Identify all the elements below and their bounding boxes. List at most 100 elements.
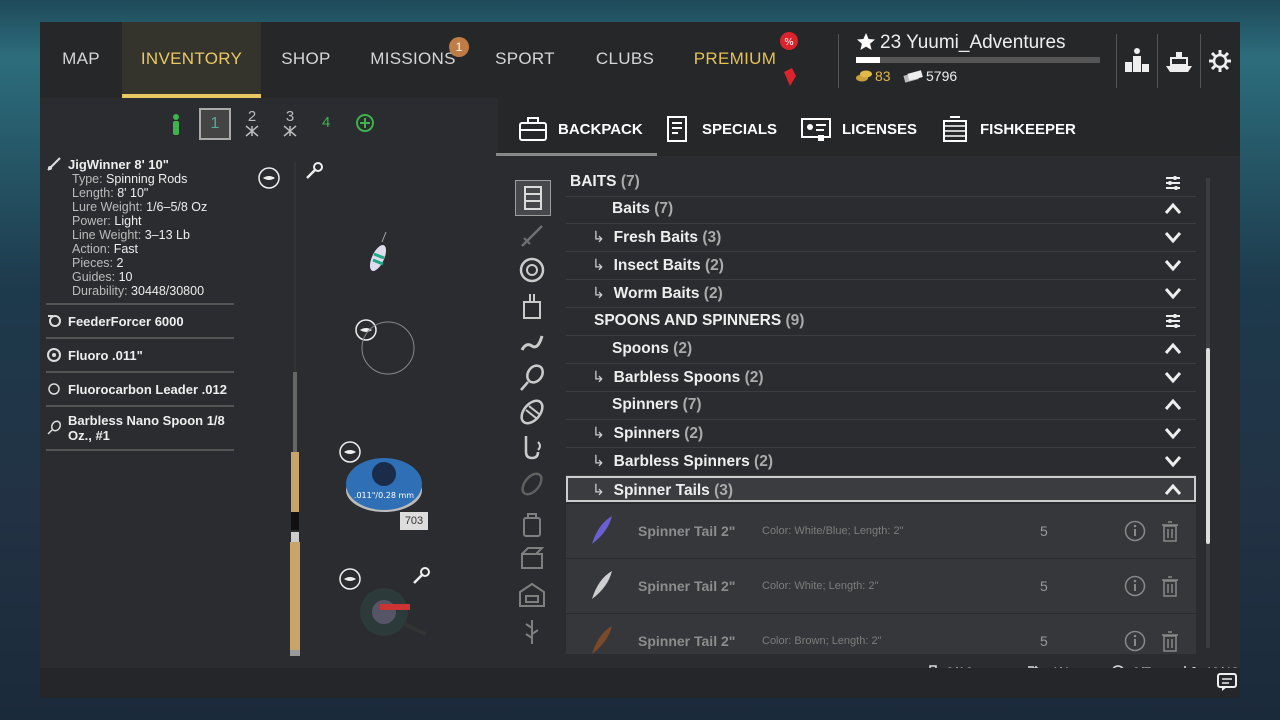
group-baits[interactable]: BAITS (7) — [566, 174, 1196, 197]
filter-sliders-icon[interactable] — [1164, 174, 1182, 192]
list-item[interactable]: Spinner Tail 2" Color: White; Length: 2"… — [566, 559, 1196, 614]
licenses-icon — [800, 115, 832, 143]
leaderboard-icon[interactable] — [1120, 44, 1154, 78]
nav-sport[interactable]: SPORT — [488, 22, 562, 98]
category-bags-icon[interactable] — [516, 508, 548, 540]
spinner-tails-count: (3) — [714, 482, 734, 499]
info-icon[interactable] — [1124, 575, 1146, 597]
category-spinner-tails[interactable]: ↳ Spinner Tails (3) — [566, 476, 1196, 502]
leader-name: Fluorocarbon Leader .012 — [68, 381, 227, 397]
specials-icon — [662, 115, 692, 143]
rod-slot-2[interactable]: 2 — [245, 108, 259, 137]
category-lines-icon[interactable] — [516, 254, 548, 286]
equipped-reel[interactable]: FeederForcer 6000 — [46, 305, 234, 339]
tab-licenses[interactable]: LICENSES — [800, 114, 917, 144]
premium-sale-icon[interactable]: % — [774, 28, 804, 92]
nav-premium[interactable]: PREMIUM — [692, 22, 778, 98]
rod-spec: Lure Weight: 1/6–5/8 Oz — [72, 200, 234, 214]
category-lures-icon[interactable] — [516, 396, 548, 428]
rod-tip-slot-icon[interactable] — [257, 166, 281, 190]
rod-spec: Guides: 10 — [72, 270, 234, 284]
nav-shop[interactable]: SHOP — [272, 22, 340, 98]
tab-specials[interactable]: SPECIALS — [662, 114, 777, 144]
nav-missions[interactable]: MISSIONS — [362, 22, 464, 98]
trash-icon[interactable] — [1160, 520, 1180, 542]
category-fresh-baits[interactable]: ↳ Fresh Baits (3) — [566, 224, 1196, 252]
list-scrollbar[interactable] — [1206, 178, 1210, 648]
silver-amount: 5796 — [926, 68, 958, 84]
rod-slot-3[interactable]: 3 — [283, 108, 297, 137]
category-insect-baits[interactable]: ↳ Insect Baits (2) — [566, 252, 1196, 280]
category-spoons-icon[interactable] — [516, 362, 548, 394]
rod-slot-4[interactable]: 4 — [322, 114, 330, 131]
game-window: MAP INVENTORY SHOP MISSIONS 1 SPORT CLUB… — [40, 22, 1240, 698]
rod-pod-icon[interactable] — [355, 113, 375, 133]
category-barbless-spoons[interactable]: ↳ Barbless Spoons (2) — [566, 364, 1196, 392]
tab-fishkeeper[interactable]: FISHKEEPER — [940, 114, 1076, 144]
trash-icon[interactable] — [1160, 575, 1180, 597]
chevron-down-icon[interactable] — [1164, 452, 1182, 470]
rod-holder-icon — [283, 125, 297, 137]
category-misc-lure-icon[interactable] — [516, 468, 548, 500]
spec-value: Light — [114, 214, 142, 228]
category-tackle-icon[interactable] — [516, 290, 548, 322]
trash-icon[interactable] — [1160, 630, 1180, 652]
filter-sliders-icon[interactable] — [1164, 312, 1182, 330]
subgroup-spoons[interactable]: Spoons (2) — [566, 336, 1196, 364]
equipped-rod[interactable]: JigWinner 8' 10" Type: Spinning Rods Leng… — [46, 152, 234, 305]
chat-icon[interactable] — [1216, 672, 1238, 692]
spec-value: Spinning Rods — [106, 172, 188, 186]
chevron-up-icon[interactable] — [1164, 396, 1182, 414]
category-boxes-icon[interactable] — [516, 542, 548, 574]
tab-backpack[interactable]: BACKPACK — [496, 114, 657, 156]
chevron-up-icon[interactable] — [1164, 200, 1182, 218]
spinners-group-label: Spinners — [612, 396, 679, 413]
subitem-arrow-icon: ↳ — [592, 453, 605, 470]
spinner-tail-icon — [592, 626, 612, 654]
chevron-down-icon[interactable] — [1164, 256, 1182, 274]
list-item[interactable]: Spinner Tail 2" Color: Brown; Length: 2"… — [566, 614, 1196, 654]
rod-slot-3-label: 3 — [285, 108, 295, 125]
insect-baits-label: Insect Baits — [613, 257, 701, 274]
category-plants-icon[interactable] — [516, 614, 548, 646]
subgroup-spinners[interactable]: Spinners (7) — [566, 392, 1196, 420]
subgroup-baits[interactable]: Baits (7) — [566, 196, 1196, 224]
equipped-line[interactable]: Fluoro .011" — [46, 339, 234, 373]
scrollbar-thumb[interactable] — [1206, 348, 1210, 544]
chevron-up-icon[interactable] — [1164, 340, 1182, 358]
chevron-down-icon[interactable] — [1164, 228, 1182, 246]
category-hooks-icon[interactable] — [516, 432, 548, 464]
category-spinners[interactable]: ↳ Spinners (2) — [566, 420, 1196, 448]
chevron-down-icon[interactable] — [1164, 284, 1182, 302]
lure-image[interactable] — [364, 230, 394, 278]
equipped-lure[interactable]: Barbless Nano Spoon 1/8 Oz., #1 — [46, 407, 234, 451]
subgroup-baits-count: (7) — [654, 200, 674, 217]
spinners-group-count: (7) — [682, 396, 702, 413]
boat-icon[interactable] — [1162, 44, 1196, 78]
spinner-tail-icon — [592, 516, 612, 544]
settings-gear-icon[interactable] — [1203, 44, 1237, 78]
category-rods-icon[interactable] — [516, 220, 548, 252]
chevron-down-icon[interactable] — [1164, 424, 1182, 442]
nav-inventory[interactable]: INVENTORY — [122, 22, 261, 98]
category-boats-icon[interactable] — [516, 578, 548, 610]
category-barbless-spinners[interactable]: ↳ Barbless Spinners (2) — [566, 448, 1196, 476]
category-worm-baits[interactable]: ↳ Worm Baits (2) — [566, 280, 1196, 308]
chevron-up-icon[interactable] — [1164, 481, 1182, 499]
nav-clubs[interactable]: CLUBS — [588, 22, 662, 98]
info-icon[interactable] — [1124, 630, 1146, 652]
chevron-down-icon[interactable] — [1164, 368, 1182, 386]
subitem-arrow-icon: ↳ — [592, 229, 605, 246]
rod-slot-1[interactable]: 1 — [199, 108, 231, 140]
angler-icon[interactable] — [170, 114, 182, 136]
reel-image[interactable] — [340, 574, 432, 652]
category-all-icon[interactable] — [515, 180, 551, 216]
list-item[interactable]: Spinner Tail 2" Color: White/Blue; Lengt… — [566, 504, 1196, 559]
equipped-leader[interactable]: Fluorocarbon Leader .012 — [46, 373, 234, 407]
info-icon[interactable] — [1124, 520, 1146, 542]
category-baits-icon[interactable] — [516, 326, 548, 358]
nav-map[interactable]: MAP — [48, 22, 114, 98]
wrench-icon[interactable] — [303, 160, 325, 182]
group-spoons-and-spinners[interactable]: SPOONS AND SPINNERS (9) — [566, 308, 1196, 336]
item-name: Spinner Tail 2" — [638, 523, 736, 539]
